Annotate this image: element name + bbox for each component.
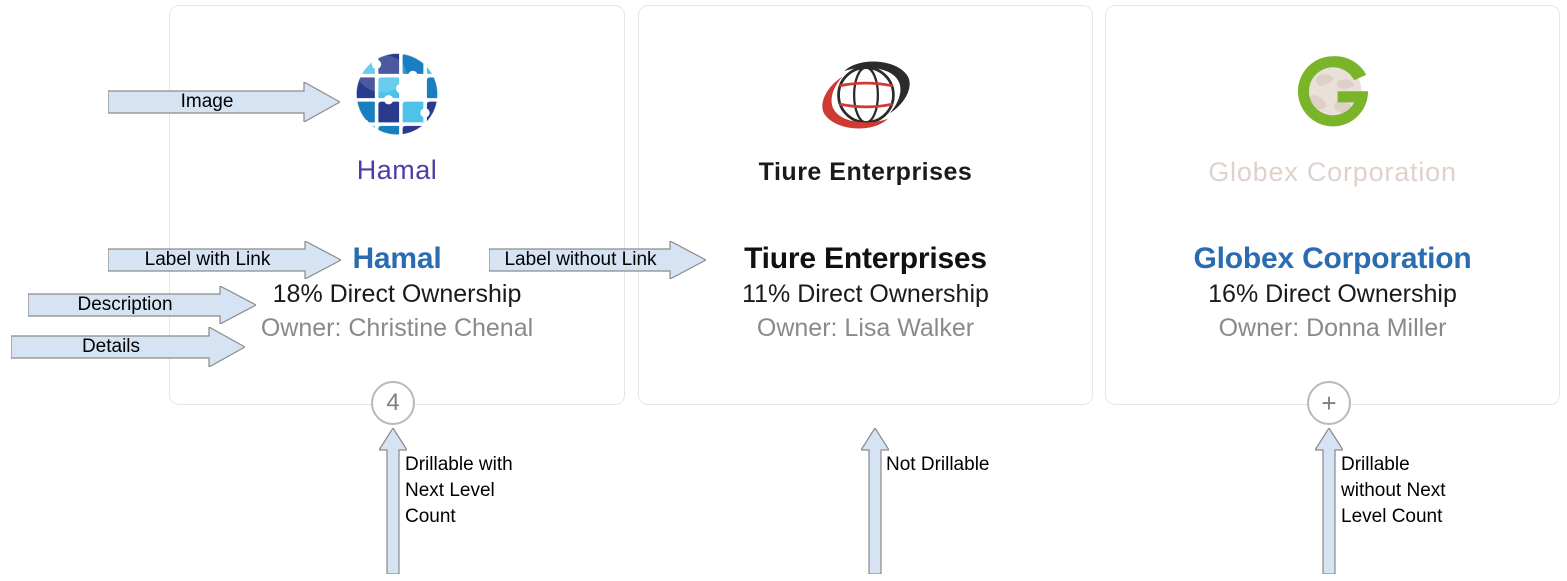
globex-wordmark: Globex Corporation bbox=[1208, 156, 1457, 187]
diagram-canvas: Hamal Hamal 18% Direct Ownership Owner: … bbox=[0, 0, 1567, 581]
card-logo-tiure: Tiure Enterprises bbox=[639, 28, 1092, 198]
card-description-globex: 16% Direct Ownership bbox=[1208, 279, 1457, 308]
card-logo-globex: Globex Corporation bbox=[1106, 28, 1559, 198]
annotation-note-not-drillable: Not Drillable bbox=[886, 454, 990, 475]
annotation-arrow-drillable-without-count bbox=[1315, 428, 1343, 574]
annotation-label: Description bbox=[77, 294, 173, 315]
card-title-link-globex[interactable]: Globex Corporation bbox=[1106, 242, 1559, 276]
arrow-shape bbox=[1315, 428, 1343, 574]
org-card-tiure[interactable]: Tiure Enterprises Tiure Enterprises 11% … bbox=[638, 5, 1093, 405]
hamal-wordmark: Hamal bbox=[356, 155, 438, 185]
card-details-globex: Owner: Donna Miller bbox=[1218, 313, 1447, 342]
arrow-shape bbox=[379, 428, 407, 574]
annotation-label: Details bbox=[81, 336, 141, 357]
globex-g-globe-icon bbox=[1297, 55, 1368, 126]
annotation-arrow-not-drillable bbox=[861, 428, 889, 574]
card-description-tiure: 11% Direct Ownership bbox=[742, 279, 989, 308]
annotation-label: Label without Link bbox=[504, 249, 657, 270]
annotation-arrow-image: Image bbox=[108, 82, 340, 122]
tiure-wordmark: Tiure Enterprises bbox=[758, 158, 973, 186]
arrow-shape bbox=[861, 428, 889, 574]
org-card-globex[interactable]: Globex Corporation Globex Corporation 16… bbox=[1105, 5, 1560, 405]
card-details-tiure: Owner: Lisa Walker bbox=[756, 313, 975, 342]
annotation-arrow-description: Description bbox=[28, 286, 256, 324]
annotation-note-drillable-without-count: Drillable without Next Level Count bbox=[1341, 454, 1446, 527]
annotation-arrow-details: Details bbox=[11, 327, 245, 367]
annotation-label: Label with Link bbox=[144, 249, 271, 270]
annotation-arrow-label-with-link: Label with Link bbox=[108, 241, 341, 279]
drill-badge-label: + bbox=[1321, 388, 1337, 418]
annotation-label: Image bbox=[180, 91, 234, 112]
card-text-tiure: Tiure Enterprises 11% Direct Ownership O… bbox=[639, 242, 1092, 343]
hamal-puzzle-globe-icon bbox=[355, 52, 439, 136]
annotation-arrow-drillable-with-count bbox=[379, 428, 407, 574]
card-text-globex: Globex Corporation 16% Direct Ownership … bbox=[1106, 242, 1559, 343]
annotation-note-drillable-with-count: Drillable with Next Level Count bbox=[405, 454, 513, 527]
annotation-arrow-label-without-link: Label without Link bbox=[489, 241, 706, 279]
drill-badge-label: 4 bbox=[386, 389, 400, 416]
card-title-plain-tiure: Tiure Enterprises bbox=[744, 242, 987, 275]
drill-badge-plus-globex[interactable]: + bbox=[1307, 381, 1351, 425]
drill-badge-count-hamal[interactable]: 4 bbox=[371, 381, 415, 425]
tiure-globe-swoosh-icon bbox=[821, 61, 910, 129]
